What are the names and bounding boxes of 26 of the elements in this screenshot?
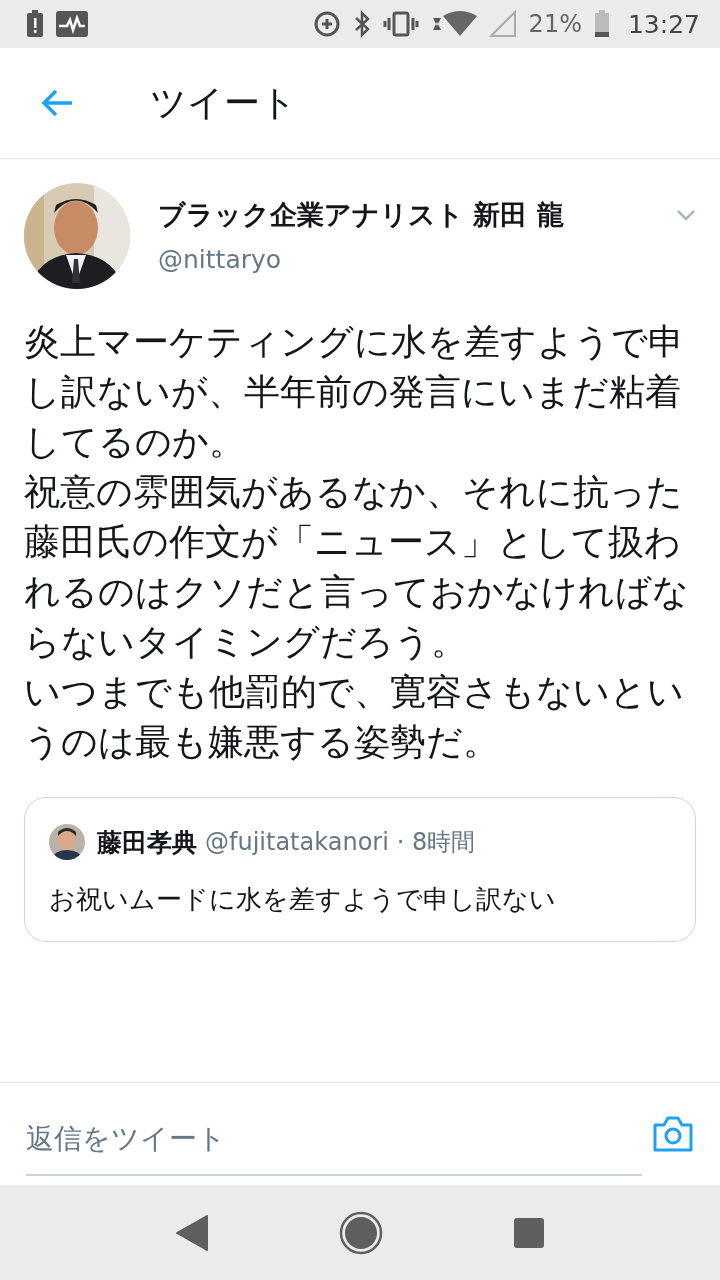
quoted-tweet-time: · 8時間 [396,827,476,858]
page-title: ツイート [150,80,297,125]
wifi-icon [430,10,477,38]
author-handle: @nittaryo [158,245,283,274]
data-saver-icon [312,10,341,38]
quoted-author-name: 藤田孝典 [97,826,197,859]
quoted-author-handle: @fujitatakanori [205,828,389,856]
back-arrow-icon[interactable] [40,88,74,118]
quoted-tweet-text: お祝いムードに水を差すようで申し訳ない [49,883,557,916]
pulse-icon [56,11,88,37]
battery-icon [593,10,610,38]
author-name: ブラック企業アナリスト 新田 龍 [158,198,565,232]
battery-percent: 21% [528,10,582,38]
tweet-text: いつまでも他罰的で、寛容さもないというのは最も嫌悪する姿勢だ。 [24,670,685,764]
reply-field[interactable]: 返信をツイート [26,1102,642,1176]
camera-icon[interactable] [652,1115,694,1153]
tweet-text: 炎上マーケティングに水を差すようで申し訳ないが、半年前の発言にいまだ粘着してるのか。 [24,320,685,464]
recents-icon[interactable] [513,1216,545,1249]
vibrate-icon [382,10,419,38]
quoted-tweet-card[interactable]: 藤田孝典 @fujitatakanori · 8時間 お祝いムードに水を差すようで申し訳ない [24,797,696,942]
back-icon[interactable] [175,1213,209,1252]
battery-alert-icon [26,10,44,38]
clock: 13:27 [627,9,700,39]
home-icon[interactable] [339,1210,383,1255]
signal-icon [488,10,517,38]
tweet-text: 祝意の雰囲気があるなか、それに抗った藤田氏の作文が「ニュース」として扱われるのはクソだと言っておかなければならないタイミングだろう。 [24,470,690,664]
